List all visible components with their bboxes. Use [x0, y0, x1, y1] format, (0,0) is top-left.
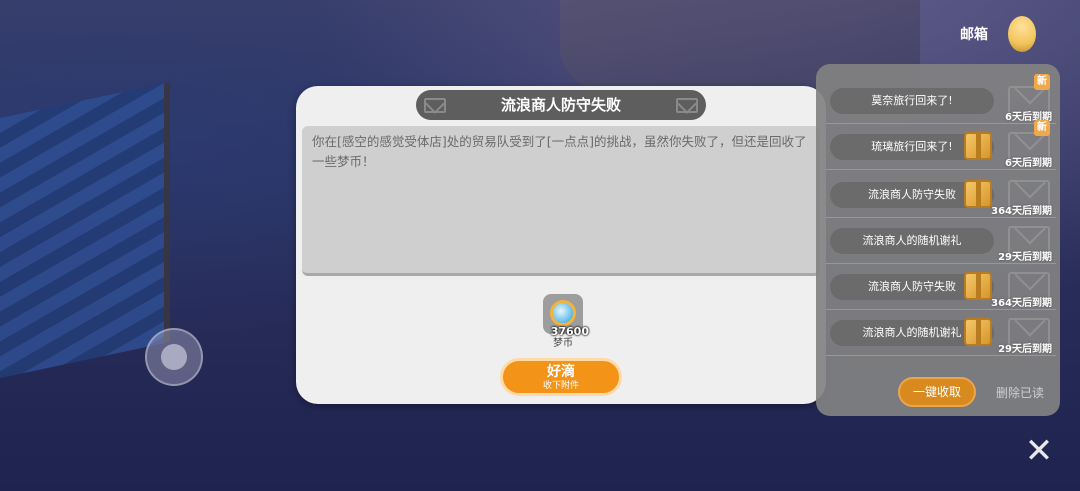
mail-item-expire: 364天后到期	[991, 206, 1052, 217]
delete-read-button[interactable]: 删除已读	[996, 384, 1044, 401]
gift-box-icon	[964, 132, 992, 160]
collect-all-button[interactable]: 一键收取	[898, 377, 976, 407]
mail-list-item[interactable]: 流浪商人防守失败 364天后到期	[826, 266, 1056, 310]
gift-box-icon	[964, 272, 992, 300]
mail-item-expire: 6天后到期	[1005, 158, 1052, 169]
attachment-item[interactable]: 37600	[543, 294, 589, 338]
ok-collect-button[interactable]: 好滴 收下附件	[500, 358, 622, 396]
ok-button-sublabel: 收下附件	[542, 381, 579, 391]
mailbox-panel: 莫奈旅行回来了! 新 6天后到期 琉璃旅行回来了! 新 6天后到期 流浪商人防守…	[816, 64, 1060, 416]
mail-item-title: 流浪商人的随机谢礼	[830, 228, 994, 254]
close-icon[interactable]: ✕	[1020, 432, 1058, 470]
envelope-icon	[424, 98, 446, 113]
dialog-title-bar: 流浪商人防守失败	[416, 90, 706, 120]
mail-detail-dialog: 流浪商人防守失败 你在[感空的感觉受体店]处的贸易队受到了[一点点]的挑战，虽然…	[296, 86, 826, 404]
mailbox-title: 邮箱	[960, 27, 988, 43]
mail-item-expire: 29天后到期	[998, 344, 1052, 355]
envelope-icon	[676, 98, 698, 113]
gift-box-icon	[964, 318, 992, 346]
mail-list-item[interactable]: 流浪商人的随机谢礼 29天后到期	[826, 312, 1056, 356]
dialog-title: 流浪商人防守失败	[500, 96, 621, 114]
gift-box-icon	[964, 180, 992, 208]
ok-button-label: 好滴	[547, 364, 575, 380]
attachment-label: 梦币	[553, 338, 573, 349]
mail-list-item[interactable]: 莫奈旅行回来了! 新 6天后到期	[826, 74, 1056, 124]
mailbox-avatar	[1008, 16, 1036, 52]
new-badge: 新	[1034, 74, 1050, 90]
mail-list-item[interactable]: 流浪商人的随机谢礼 29天后到期	[826, 220, 1056, 264]
joystick-knob[interactable]	[161, 344, 187, 370]
mail-item-title: 莫奈旅行回来了!	[830, 88, 994, 114]
new-badge: 新	[1034, 120, 1050, 136]
dream-coin-icon	[550, 300, 576, 326]
mail-item-expire: 364天后到期	[991, 298, 1052, 309]
mail-list-item[interactable]: 琉璃旅行回来了! 新 6天后到期	[826, 120, 1056, 170]
mail-list-item[interactable]: 流浪商人防守失败 364天后到期	[826, 174, 1056, 218]
virtual-joystick[interactable]	[145, 328, 203, 386]
mail-message-text: 你在[感空的感觉受体店]处的贸易队受到了[一点点]的挑战，虽然你失败了，但还是回…	[312, 134, 807, 169]
mail-item-expire: 29天后到期	[998, 252, 1052, 263]
dock-structure	[0, 81, 170, 379]
mail-message-body: 你在[感空的感觉受体店]处的贸易队受到了[一点点]的挑战，虽然你失败了，但还是回…	[302, 126, 820, 276]
